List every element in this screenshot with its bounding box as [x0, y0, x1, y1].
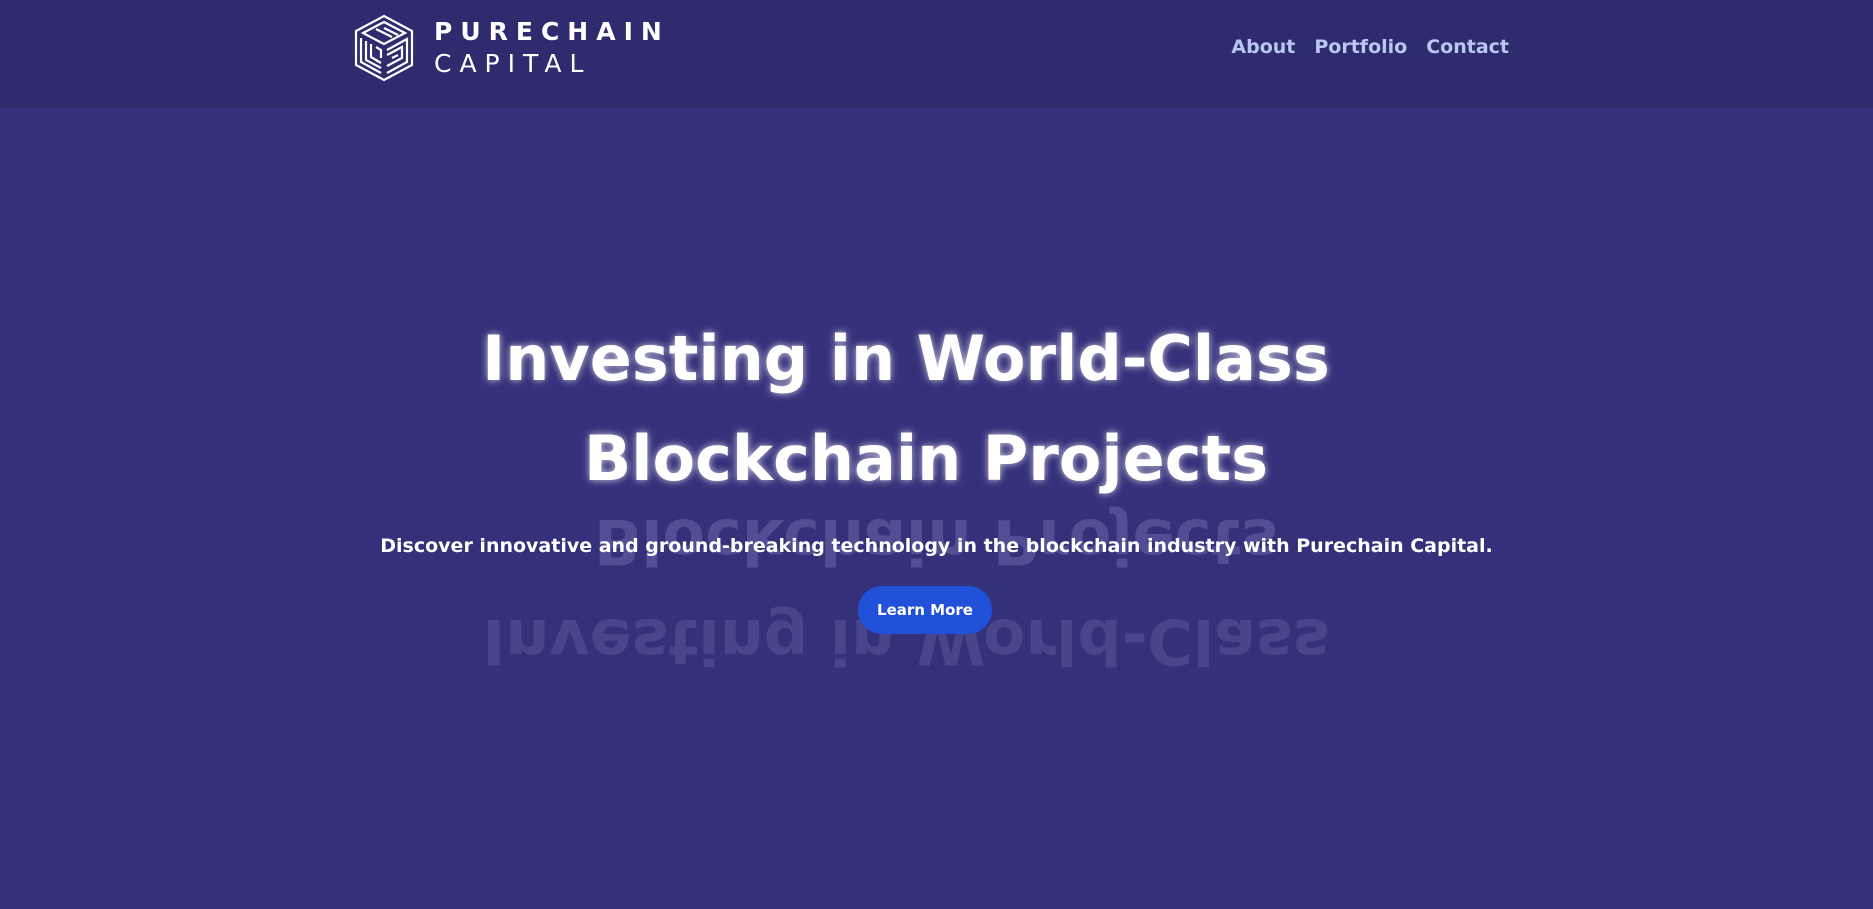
nav-link-about[interactable]: About	[1231, 36, 1295, 58]
nav-link-contact[interactable]: Contact	[1426, 36, 1509, 58]
main-nav: About Portfolio Contact	[1231, 36, 1509, 58]
brand-name-line1: PURECHAIN	[434, 17, 670, 46]
learn-more-button[interactable]: Learn More	[858, 586, 992, 634]
nav-link-portfolio[interactable]: Portfolio	[1314, 36, 1407, 58]
hero-title-line2: Blockchain Projects	[584, 422, 1268, 495]
cube-maze-icon	[354, 14, 414, 82]
hero-title-line1: Investing in World-Class	[482, 322, 1330, 395]
brand-logo[interactable]: PURECHAIN CAPITAL	[354, 14, 670, 82]
site-header: PURECHAIN CAPITAL About Portfolio Contac…	[0, 0, 1873, 108]
hero-subtitle: Discover innovative and ground-breaking …	[380, 535, 1493, 557]
brand-name-line2: CAPITAL	[434, 49, 592, 78]
